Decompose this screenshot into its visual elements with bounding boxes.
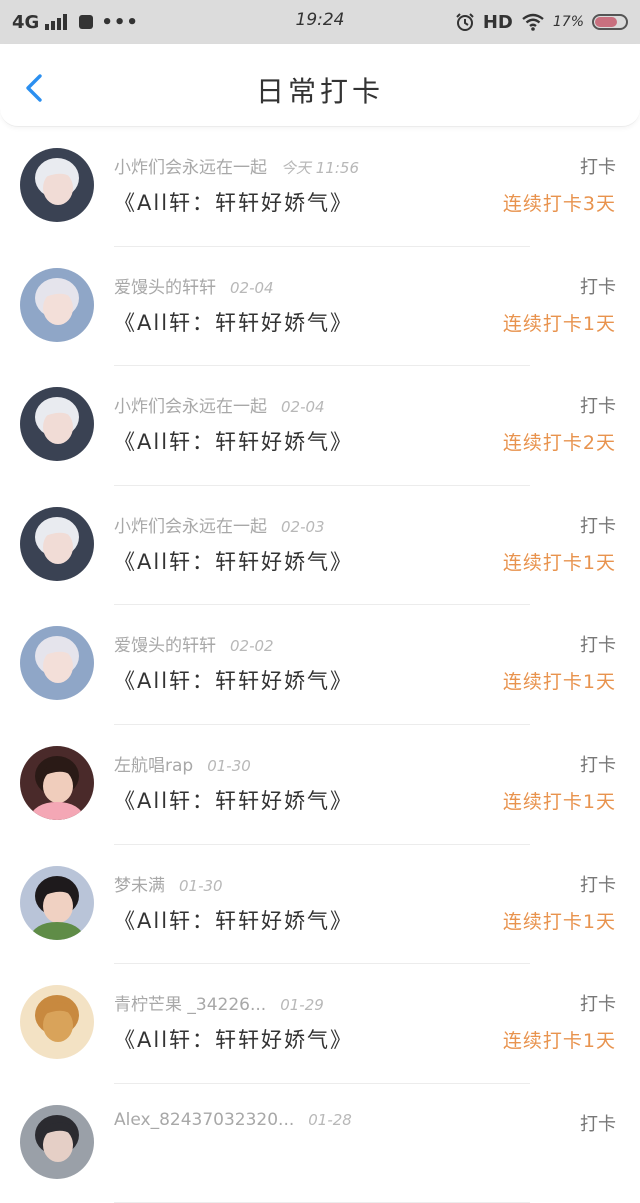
- avatar[interactable]: [20, 626, 94, 701]
- list-item[interactable]: Alex_82437032320... 01-28 打卡: [0, 1084, 640, 1203]
- username[interactable]: 左航唱rap: [114, 756, 193, 776]
- checkin-label: 打卡: [580, 396, 616, 418]
- username[interactable]: 小炸们会永远在一起: [114, 158, 267, 178]
- list-item[interactable]: 爱馒头的轩轩 02-04 《All轩：轩轩好娇气》 打卡 连续打卡1天: [0, 247, 640, 367]
- item-meta: 爱馒头的轩轩 02-02: [114, 631, 274, 656]
- username[interactable]: Alex_82437032320...: [114, 1110, 294, 1130]
- avatar-image: [20, 865, 94, 940]
- item-date: 01-30: [207, 756, 251, 775]
- streak-label: 连续打卡3天: [502, 193, 616, 215]
- avatar[interactable]: [20, 745, 94, 820]
- list-item[interactable]: 小炸们会永远在一起 02-03 《All轩：轩轩好娇气》 打卡 连续打卡1天: [0, 486, 640, 606]
- avatar[interactable]: [20, 267, 94, 342]
- book-title[interactable]: 《All轩：轩轩好娇气》: [114, 187, 353, 217]
- book-title[interactable]: 《All轩：轩轩好娇气》: [114, 307, 353, 337]
- avatar[interactable]: [20, 387, 94, 462]
- streak-label: 连续打卡2天: [502, 432, 616, 455]
- avatar-image: [20, 506, 94, 581]
- username[interactable]: 小炸们会永远在一起: [114, 397, 267, 417]
- checkin-list[interactable]: 小炸们会永远在一起 今天 11:56 《All轩：轩轩好娇气》 打卡 连续打卡3天…: [0, 127, 640, 1203]
- checkin-label: 打卡: [580, 635, 616, 657]
- avatar[interactable]: [20, 148, 94, 222]
- battery-icon: [592, 14, 628, 30]
- streak-label: 连续打卡1天: [502, 312, 616, 335]
- list-item[interactable]: 青柠芒果 _34226... 01-29 《All轩：轩轩好娇气》 打卡 连续打卡…: [0, 964, 640, 1084]
- item-meta: Alex_82437032320... 01-28: [114, 1110, 352, 1130]
- checkin-label: 打卡: [580, 754, 616, 776]
- streak-label: 连续打卡1天: [502, 671, 616, 694]
- item-date: 今天 11:56: [281, 159, 359, 177]
- checkin-label: 打卡: [580, 515, 616, 537]
- avatar-image: [20, 148, 94, 222]
- wifi-icon: [522, 13, 544, 31]
- item-meta: 梦未满 01-30: [114, 871, 223, 896]
- checkin-label: 打卡: [580, 874, 616, 896]
- streak-label: 连续打卡1天: [502, 1030, 616, 1053]
- book-title[interactable]: 《All轩：轩轩好娇气》: [114, 665, 353, 695]
- item-date: 02-03: [281, 517, 325, 536]
- item-date: 02-04: [230, 278, 274, 297]
- avatar[interactable]: [20, 506, 94, 581]
- avatar-image: [20, 267, 94, 342]
- page-title: 日常打卡: [255, 75, 384, 108]
- item-meta: 爱馒头的轩轩 02-04: [114, 273, 274, 298]
- book-title[interactable]: 《All轩：轩轩好娇气》: [114, 1024, 353, 1054]
- item-meta: 小炸们会永远在一起 02-04: [114, 392, 325, 417]
- username[interactable]: 爱馒头的轩轩: [114, 278, 216, 298]
- book-title[interactable]: 《All轩：轩轩好娇气》: [114, 546, 353, 576]
- battery-fill: [595, 17, 617, 27]
- streak-label: 连续打卡1天: [502, 551, 616, 574]
- checkin-label: 打卡: [580, 1113, 616, 1135]
- item-meta: 左航唱rap 01-30: [114, 751, 251, 776]
- streak-label: 连续打卡1天: [502, 910, 616, 933]
- username[interactable]: 爱馒头的轩轩: [114, 636, 216, 656]
- avatar-image: [20, 1104, 94, 1179]
- battery-percent: 17%: [552, 14, 584, 30]
- username[interactable]: 青柠芒果 _34226...: [114, 995, 266, 1015]
- checkin-label: 打卡: [580, 157, 616, 178]
- avatar[interactable]: [20, 1104, 94, 1179]
- avatar-image: [20, 985, 94, 1060]
- checkin-label: 打卡: [580, 994, 616, 1016]
- avatar-image: [20, 626, 94, 701]
- streak-label: 连续打卡1天: [502, 790, 616, 813]
- item-date: 01-29: [280, 996, 324, 1015]
- item-meta: 小炸们会永远在一起 今天 11:56: [114, 153, 359, 178]
- avatar[interactable]: [20, 985, 94, 1060]
- hd-indicator: HD: [482, 11, 513, 33]
- username[interactable]: 小炸们会永远在一起: [114, 517, 267, 537]
- book-title[interactable]: 《All轩：轩轩好娇气》: [114, 905, 353, 935]
- book-title[interactable]: 《All轩：轩轩好娇气》: [114, 785, 353, 815]
- item-meta: 小炸们会永远在一起 02-03: [114, 512, 325, 537]
- list-item[interactable]: 爱馒头的轩轩 02-02 《All轩：轩轩好娇气》 打卡 连续打卡1天: [0, 605, 640, 725]
- header: 日常打卡: [0, 44, 640, 127]
- avatar[interactable]: [20, 865, 94, 940]
- status-right: HD 17%: [455, 8, 628, 36]
- checkin-label: 打卡: [580, 276, 616, 298]
- item-date: 02-04: [281, 398, 325, 417]
- book-title[interactable]: 《All轩：轩轩好娇气》: [114, 426, 353, 456]
- avatar-image: [20, 745, 94, 820]
- status-bar: 4G ••• 19:24 HD 17%: [0, 0, 640, 44]
- list-item[interactable]: 左航唱rap 01-30 《All轩：轩轩好娇气》 打卡 连续打卡1天: [0, 725, 640, 845]
- list-item[interactable]: 小炸们会永远在一起 今天 11:56 《All轩：轩轩好娇气》 打卡 连续打卡3天: [0, 127, 640, 247]
- item-date: 01-30: [179, 876, 223, 895]
- list-item[interactable]: 小炸们会永远在一起 02-04 《All轩：轩轩好娇气》 打卡 连续打卡2天: [0, 366, 640, 486]
- item-meta: 青柠芒果 _34226... 01-29: [114, 990, 324, 1015]
- item-date: 01-28: [308, 1110, 352, 1129]
- item-date: 02-02: [230, 637, 274, 656]
- username[interactable]: 梦未满: [114, 876, 165, 896]
- list-item[interactable]: 梦未满 01-30 《All轩：轩轩好娇气》 打卡 连续打卡1天: [0, 845, 640, 965]
- avatar-image: [20, 387, 94, 462]
- alarm-icon: [456, 13, 474, 31]
